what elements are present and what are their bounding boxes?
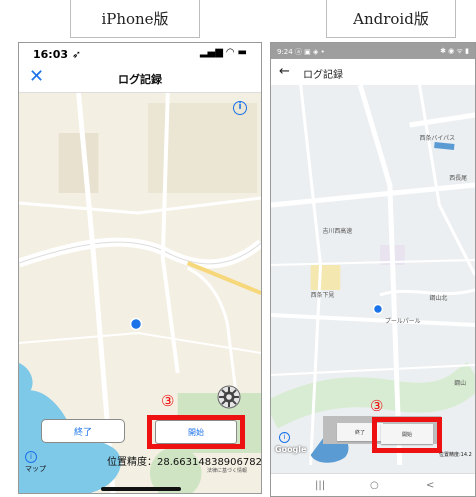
map-label: 吉川西高速	[322, 227, 352, 235]
info-icon[interactable]: i	[279, 432, 290, 443]
end-button[interactable]: 終了	[41, 419, 125, 443]
android-status-icons: ✱ ◉ ᯤ ▮	[440, 47, 469, 55]
google-logo: Google	[275, 445, 307, 454]
map-label: 鋼山	[454, 379, 466, 387]
info-icon[interactable]: i	[233, 101, 247, 115]
ios-page-title: ログ記録	[118, 73, 162, 86]
android-status-time: 9:24 ⓐ ▣ ◈ •	[277, 48, 325, 56]
android-version-label: Android版	[326, 0, 456, 38]
start-button[interactable]: 開始	[155, 420, 237, 444]
back-icon[interactable]: <	[426, 480, 434, 491]
iphone-version-label: iPhone版	[70, 0, 200, 38]
ios-status-icons: ▂▄▆ ◠ ▬	[199, 47, 247, 58]
apple-maps-label: マップ	[25, 465, 46, 473]
gear-icon[interactable]	[217, 385, 241, 409]
android-nav-bar: ||| ○ <	[271, 473, 475, 496]
ios-nav-bar: ✕ ログ記録	[19, 63, 261, 93]
android-screen: 9:24 ⓐ ▣ ◈ • ✱ ◉ ᯤ ▮ ← ログ記録 西条バイパス 吉川西高速…	[270, 42, 476, 497]
location-accuracy: 位置精度:14.2	[439, 452, 472, 458]
step-marker: ③	[370, 397, 384, 415]
location-accuracy: 位置精度：28.66314838906782	[107, 457, 262, 468]
info-icon[interactable]: i	[25, 451, 37, 463]
home-indicator[interactable]	[101, 487, 181, 491]
step-marker: ③	[161, 392, 175, 410]
legal-link[interactable]: 法律に基づく情報	[207, 467, 247, 474]
map-label: 西条下見	[311, 291, 335, 299]
map-label: 西長尾	[449, 175, 467, 182]
recent-apps-icon[interactable]: |||	[315, 480, 325, 491]
ios-status-bar: 16:03 ➶ ▂▄▆ ◠ ▬	[19, 43, 261, 63]
start-button[interactable]: 開始	[381, 424, 433, 444]
iphone-screen: 16:03 ➶ ▂▄▆ ◠ ▬ ✕ ログ記録 i ③ 終了 開始 i マップ 位…	[18, 42, 262, 494]
android-app-bar: ← ログ記録	[271, 59, 475, 85]
android-status-bar: 9:24 ⓐ ▣ ◈ • ✱ ◉ ᯤ ▮	[271, 43, 475, 59]
map-label: プールパール	[385, 318, 421, 325]
home-icon[interactable]: ○	[370, 480, 379, 491]
map-label: 西条バイパス	[420, 134, 456, 142]
map-label: 鋼山北	[429, 294, 447, 302]
ios-status-time: 16:03 ➶	[33, 48, 82, 61]
android-page-title: ログ記録	[303, 70, 343, 81]
back-arrow-icon[interactable]: ←	[279, 64, 290, 79]
